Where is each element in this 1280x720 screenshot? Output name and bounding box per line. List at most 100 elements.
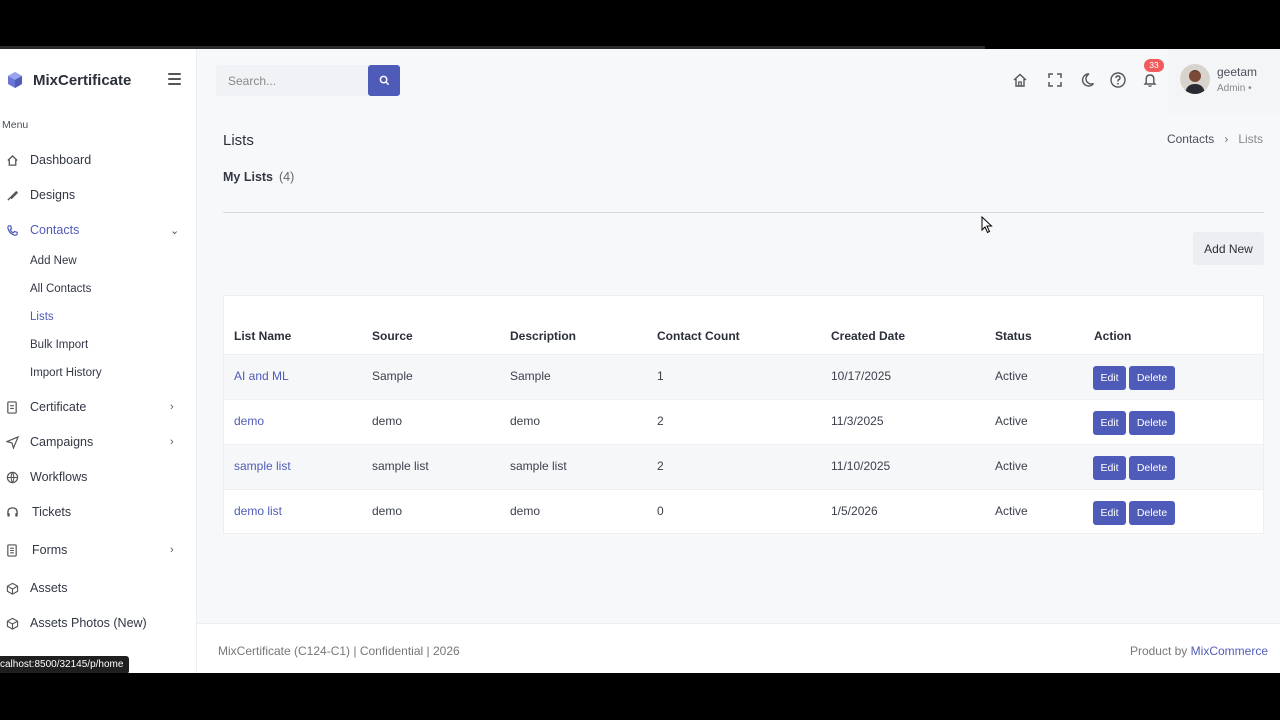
edit-button[interactable]: Edit <box>1093 501 1126 525</box>
cell-source: demo <box>372 504 403 518</box>
chevron-right-icon: › <box>170 544 174 556</box>
home-icon <box>5 153 19 167</box>
sidebar-subitem-all-contacts[interactable]: All Contacts <box>30 283 91 295</box>
sidebar-item-label: Assets <box>30 581 68 595</box>
sidebar-item-label: Designs <box>30 188 76 202</box>
column-header-status[interactable]: Status <box>995 329 1032 343</box>
chevron-down-icon: ⌄ <box>170 224 180 237</box>
sidebar-item-label: Campaigns <box>30 435 94 449</box>
cell-created-date: 1/5/2026 <box>831 504 878 518</box>
column-header-created-date[interactable]: Created Date <box>831 329 905 343</box>
sidebar-item-certificate[interactable]: Certificate › <box>0 395 197 419</box>
cell-status: Active <box>995 369 1028 383</box>
cell-status: Active <box>995 414 1028 428</box>
cell-contact-count: 1 <box>657 369 664 383</box>
delete-button[interactable]: Delete <box>1129 411 1175 435</box>
send-icon <box>5 435 19 449</box>
edit-button[interactable]: Edit <box>1093 411 1126 435</box>
table-row: demo demo demo 2 11/3/2025 Active Edit D… <box>224 399 1263 444</box>
add-new-button[interactable]: Add New <box>1193 232 1264 265</box>
my-lists-label: My Lists <box>223 170 274 184</box>
edit-button[interactable]: Edit <box>1093 456 1126 480</box>
avatar <box>1180 64 1210 94</box>
delete-button[interactable]: Delete <box>1129 366 1175 390</box>
sidebar-item-assets-photos[interactable]: Assets Photos (New) <box>0 611 197 635</box>
fullscreen-icon[interactable] <box>1046 71 1064 89</box>
sidebar-subitem-lists[interactable]: Lists <box>30 311 54 323</box>
breadcrumb-lists: Lists <box>1238 132 1263 146</box>
edit-button[interactable]: Edit <box>1093 366 1126 390</box>
sidebar-item-forms[interactable]: Forms › <box>0 538 197 562</box>
sidebar-subitem-bulk-import[interactable]: Bulk Import <box>30 339 88 351</box>
sidebar-subitem-add-new[interactable]: Add New <box>30 255 77 267</box>
cell-contact-count: 2 <box>657 459 664 473</box>
chevron-right-icon: › <box>170 436 174 448</box>
search-input[interactable] <box>216 65 368 96</box>
breadcrumb: Contacts › Lists <box>1167 132 1263 146</box>
sidebar-item-tickets[interactable]: Tickets <box>0 500 197 524</box>
list-name-link[interactable]: demo list <box>234 504 282 518</box>
mouse-cursor-icon <box>981 216 993 234</box>
column-header-action: Action <box>1094 329 1132 343</box>
cell-source: Sample <box>372 369 413 383</box>
table-row: demo list demo demo 0 1/5/2026 Active Ed… <box>224 489 1263 534</box>
sidebar-item-label: Tickets <box>32 505 72 519</box>
sidebar: MixCertificate Menu Dashboard Designs Co… <box>0 49 197 673</box>
column-header-description[interactable]: Description <box>510 329 576 343</box>
footer-credit-prefix: Product by <box>1129 644 1188 658</box>
home-icon[interactable] <box>1011 71 1029 89</box>
status-bar-url: calhost:8500/32145/p/home <box>0 656 130 673</box>
menu-title: Menu <box>2 119 29 131</box>
sidebar-item-label: Workflows <box>30 470 88 484</box>
footer-credit: Product by MixCommerce <box>1130 644 1268 658</box>
brand[interactable]: MixCertificate <box>6 69 131 91</box>
list-name-link[interactable]: AI and ML <box>234 369 289 383</box>
delete-button[interactable]: Delete <box>1129 456 1175 480</box>
sidebar-item-label: Forms <box>32 543 68 557</box>
cell-description: demo <box>510 504 541 518</box>
bell-icon[interactable] <box>1141 71 1159 89</box>
column-header-list-name[interactable]: List Name <box>234 329 291 343</box>
breadcrumb-contacts[interactable]: Contacts <box>1167 132 1214 146</box>
column-header-source[interactable]: Source <box>372 329 413 343</box>
table-row: sample list sample list sample list 2 11… <box>224 444 1263 489</box>
cell-source: demo <box>372 414 403 428</box>
user-menu[interactable]: geetam Admin • <box>1168 49 1280 113</box>
list-name-link[interactable]: sample list <box>234 459 291 473</box>
screen-top-bar <box>0 0 1280 46</box>
sidebar-item-label: Dashboard <box>30 153 92 167</box>
delete-button[interactable]: Delete <box>1129 501 1175 525</box>
column-header-contact-count[interactable]: Contact Count <box>657 329 740 343</box>
search-icon <box>379 75 389 86</box>
brand-name: MixCertificate <box>33 71 132 89</box>
sidebar-item-contacts[interactable]: Contacts ⌄ <box>0 218 197 242</box>
sidebar-item-dashboard[interactable]: Dashboard <box>0 148 197 172</box>
cell-description: Sample <box>510 369 551 383</box>
sidebar-item-designs[interactable]: Designs <box>0 183 197 207</box>
cell-source: sample list <box>372 459 429 473</box>
sidebar-item-campaigns[interactable]: Campaigns › <box>0 430 197 454</box>
sidebar-item-assets[interactable]: Assets <box>0 576 197 600</box>
footer-brand-link[interactable]: MixCommerce <box>1191 644 1268 658</box>
sidebar-subitem-import-history[interactable]: Import History <box>30 367 102 379</box>
my-lists-count: (4) <box>279 170 295 184</box>
box-icon <box>5 581 19 595</box>
search-button[interactable] <box>368 65 400 96</box>
app-window: MixCertificate Menu Dashboard Designs Co… <box>0 49 1280 673</box>
page-title: Lists <box>223 132 254 149</box>
menu-toggle-icon[interactable] <box>168 73 181 85</box>
list-name-link[interactable]: demo <box>234 414 264 428</box>
help-icon[interactable] <box>1109 71 1127 89</box>
phone-icon <box>5 223 19 237</box>
cell-created-date: 11/10/2025 <box>831 459 891 473</box>
sidebar-item-workflows[interactable]: Workflows <box>0 465 197 489</box>
brush-icon <box>5 188 19 202</box>
moon-icon[interactable] <box>1081 71 1099 89</box>
cell-contact-count: 0 <box>657 504 664 518</box>
user-name: geetam <box>1217 65 1258 79</box>
cell-created-date: 10/17/2025 <box>831 369 892 383</box>
my-lists-tab[interactable]: My Lists (4) <box>223 170 294 184</box>
sidebar-item-label: Contacts <box>30 223 80 237</box>
cell-status: Active <box>995 459 1028 473</box>
sidebar-item-label: Certificate <box>30 400 87 414</box>
